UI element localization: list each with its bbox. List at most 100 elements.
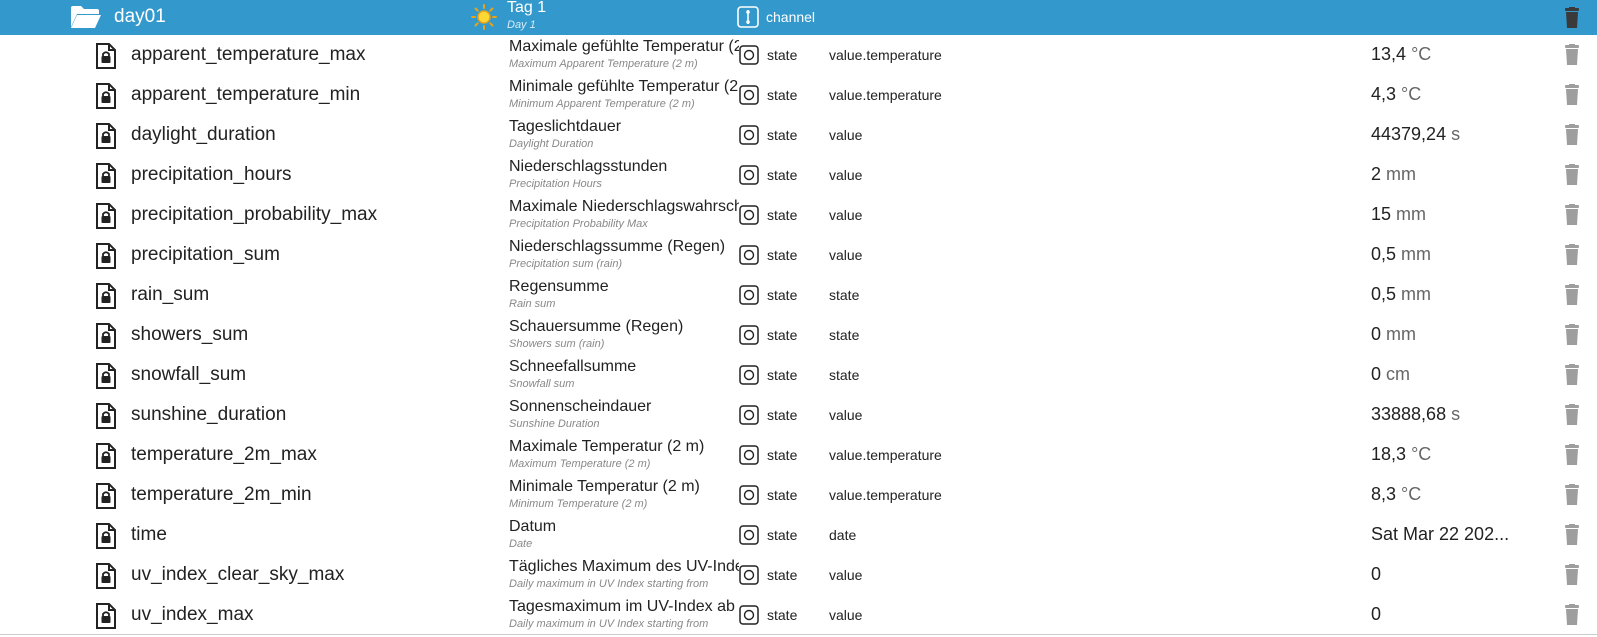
state-file-icon — [96, 163, 116, 189]
state-description: Date — [509, 538, 533, 550]
state-row[interactable]: showers_sum Schauersumme (Regen) Showers s… — [0, 315, 1597, 355]
trash-icon[interactable] — [1562, 284, 1582, 306]
state-value: 0,5 — [1371, 284, 1397, 304]
state-unit: mm — [1401, 284, 1432, 304]
state-row[interactable]: sunshine_duration Sonnenscheindauer Sunshi… — [0, 395, 1597, 435]
state-unit: s — [1451, 404, 1461, 424]
state-value-cell[interactable]: 0 mm — [1371, 324, 1541, 345]
state-type: state — [767, 607, 798, 623]
state-file-icon — [96, 443, 116, 469]
state-role: value.temperature — [829, 487, 942, 503]
state-value-cell[interactable]: 33888,68 s — [1371, 404, 1541, 425]
state-type: state — [767, 527, 798, 543]
state-value-cell[interactable]: 4,3 °C — [1371, 84, 1541, 105]
state-type-icon — [739, 85, 759, 105]
state-description: Showers sum (rain) — [509, 338, 605, 350]
state-row[interactable]: uv_index_clear_sky_max Tägliches Maximum … — [0, 555, 1597, 595]
trash-icon[interactable] — [1562, 164, 1582, 186]
state-name: Sonnenscheindauer — [509, 398, 652, 415]
state-unit: °C — [1401, 484, 1422, 504]
state-row[interactable]: apparent_temperature_min Minimale gefühlt… — [0, 75, 1597, 115]
state-value: 15 — [1371, 204, 1392, 224]
state-file-icon — [96, 123, 116, 149]
state-file-icon — [96, 43, 116, 69]
state-type-icon — [739, 365, 759, 385]
trash-icon[interactable] — [1562, 44, 1582, 66]
state-row[interactable]: apparent_temperature_max Maximale gefühlt… — [0, 35, 1597, 75]
state-role: value.temperature — [829, 87, 942, 103]
state-row[interactable]: temperature_2m_max Maximale Temperatur (2… — [0, 435, 1597, 475]
state-role: value — [829, 247, 863, 263]
state-value-cell[interactable]: 0 — [1371, 564, 1541, 585]
state-value: 0,5 — [1371, 244, 1397, 264]
state-value-cell[interactable]: 15 mm — [1371, 204, 1541, 225]
state-list: apparent_temperature_max Maximale gefühlt… — [0, 35, 1597, 635]
sun-icon — [471, 4, 497, 30]
state-name: Maximale Temperatur (2 m) — [509, 438, 705, 455]
state-file-icon — [96, 363, 116, 389]
state-row[interactable]: precipitation_hours Niederschlagsstunden P… — [0, 155, 1597, 195]
trash-icon[interactable] — [1562, 364, 1582, 386]
state-value-cell[interactable]: 8,3 °C — [1371, 484, 1541, 505]
state-row[interactable]: uv_index_max Tagesmaximum im UV-Index ab D… — [0, 595, 1597, 635]
trash-icon[interactable] — [1562, 524, 1582, 546]
state-value-cell[interactable]: 18,3 °C — [1371, 444, 1541, 465]
state-value-cell[interactable]: 13,4 °C — [1371, 44, 1541, 65]
state-file-icon — [96, 523, 116, 549]
trash-icon[interactable] — [1562, 7, 1582, 29]
state-type: state — [767, 567, 798, 583]
state-type-icon — [739, 485, 759, 505]
state-file-icon — [96, 283, 116, 309]
state-row[interactable]: time Datum Date state date Sat Mar 22 202... — [0, 515, 1597, 555]
state-value: 44379,24 — [1371, 124, 1447, 144]
folder-open-icon[interactable] — [70, 5, 102, 29]
state-role: state — [829, 327, 860, 343]
trash-icon[interactable] — [1562, 404, 1582, 426]
state-name: Schneefallsumme — [509, 358, 637, 375]
state-type: state — [767, 487, 798, 503]
state-value: 4,3 — [1371, 84, 1397, 104]
state-value-cell[interactable]: 44379,24 s — [1371, 124, 1541, 145]
trash-icon[interactable] — [1562, 84, 1582, 106]
trash-icon[interactable] — [1562, 564, 1582, 586]
channel-subtitle: Day 1 — [507, 19, 536, 31]
state-row[interactable]: precipitation_probability_max Maximale Ni… — [0, 195, 1597, 235]
state-type-icon — [739, 205, 759, 225]
state-type-icon — [739, 605, 759, 625]
trash-icon[interactable] — [1562, 124, 1582, 146]
state-role: value — [829, 127, 863, 143]
channel-header-row[interactable]: day01 Tag 1 Day 1 channel — [0, 0, 1597, 35]
trash-icon[interactable] — [1562, 324, 1582, 346]
state-id: showers_sum — [131, 324, 249, 345]
state-name: Minimale gefühlte Temperatur (2 m) — [509, 78, 739, 95]
state-value-cell[interactable]: 0,5 mm — [1371, 284, 1541, 305]
trash-icon[interactable] — [1562, 244, 1582, 266]
state-type-icon — [739, 165, 759, 185]
trash-icon[interactable] — [1562, 444, 1582, 466]
state-value-cell[interactable]: 0,5 mm — [1371, 244, 1541, 265]
trash-icon[interactable] — [1562, 204, 1582, 226]
state-value-cell[interactable]: 0 cm — [1371, 364, 1541, 385]
state-row[interactable]: rain_sum Regensumme Rain sum state state 0,5 … — [0, 275, 1597, 315]
state-row[interactable]: daylight_duration Tageslichtdauer Daylight… — [0, 115, 1597, 155]
state-name: Tageslichtdauer — [509, 118, 622, 135]
state-value-cell[interactable]: 2 mm — [1371, 164, 1541, 185]
state-row[interactable]: snowfall_sum Schneefallsumme Snowfall sum s… — [0, 355, 1597, 395]
trash-icon[interactable] — [1562, 484, 1582, 506]
state-value: 13,4 — [1371, 44, 1407, 64]
state-unit: mm — [1396, 204, 1427, 224]
state-id: uv_index_clear_sky_max — [131, 564, 345, 585]
state-description: Minimum Temperature (2 m) — [509, 498, 648, 510]
state-id: apparent_temperature_max — [131, 44, 366, 65]
trash-icon[interactable] — [1562, 604, 1582, 626]
state-row[interactable]: temperature_2m_min Minimale Temperatur (2… — [0, 475, 1597, 515]
state-id: temperature_2m_max — [131, 444, 317, 465]
state-id: precipitation_probability_max — [131, 204, 378, 225]
state-value: 0 — [1371, 324, 1382, 344]
state-row[interactable]: precipitation_sum Niederschlagssumme (Reg… — [0, 235, 1597, 275]
state-value-cell[interactable]: 0 — [1371, 604, 1541, 625]
state-unit: mm — [1401, 244, 1432, 264]
state-role: value.temperature — [829, 447, 942, 463]
state-value-cell[interactable]: Sat Mar 22 202... — [1371, 524, 1541, 545]
state-type-icon — [739, 125, 759, 145]
